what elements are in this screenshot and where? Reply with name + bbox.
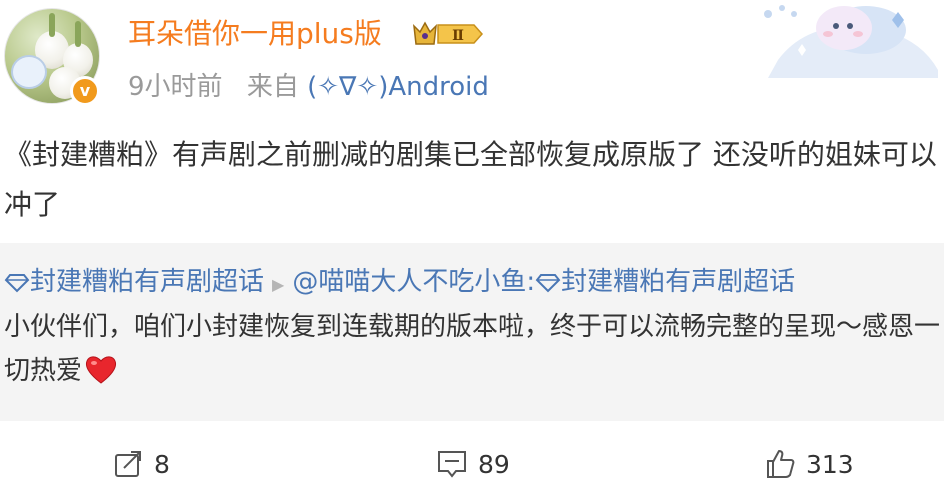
topic-link[interactable]: 封建糟粕有声剧超话 <box>30 267 264 297</box>
comment-icon <box>438 451 466 478</box>
action-bar: 8 89 313 <box>0 432 944 496</box>
post-time: 9小时前 <box>128 72 223 102</box>
repost-body: 小伙伴们，咱们小封建恢复到连载期的版本啦，终于可以流畅完整的呈现～感恩一切热爱 <box>4 305 940 393</box>
like-count: 313 <box>806 449 854 479</box>
svg-text:Ⅱ: Ⅱ <box>452 28 464 44</box>
repost-icon <box>115 451 141 477</box>
super-topic-icon <box>4 274 30 293</box>
triangle-right-icon: ▶ <box>272 275 285 294</box>
repost-author-link[interactable]: @喵喵大人不吃小鱼: <box>292 267 535 297</box>
thumbs-up-icon <box>767 450 795 478</box>
repost-count: 8 <box>154 449 170 479</box>
comment-button[interactable]: 89 <box>436 446 510 482</box>
repost-card[interactable]: 封建糟粕有声剧超话 ▶ @喵喵大人不吃小鱼: 封建糟粕有声剧超话 小伙伴们，咱们小封… <box>0 243 944 421</box>
source-device[interactable]: (✧∇✧)Android <box>307 72 489 102</box>
like-button[interactable]: 313 <box>764 446 854 482</box>
super-topic-icon <box>535 274 561 293</box>
repost-button[interactable]: 8 <box>112 446 170 482</box>
member-crown-icon[interactable]: Ⅱ <box>410 18 486 50</box>
heart-emoji-icon <box>86 356 117 384</box>
source-prefix: 来自 <box>246 72 299 102</box>
username[interactable]: 耳朵借你一用plus版 <box>128 16 382 52</box>
verified-badge: v <box>70 76 100 106</box>
post-text: 《封建糟粕》有声剧之前删减的剧集已全部恢复成原版了 还没听的姐妹可以冲了 <box>4 138 937 221</box>
card-decoration-icon <box>764 5 938 78</box>
repost-header: 封建糟粕有声剧超话 ▶ @喵喵大人不吃小鱼: 封建糟粕有声剧超话 <box>4 263 940 304</box>
weibo-post: v 耳朵借你一用plus版 Ⅱ 9小时前 来自 (✧∇✧)Android 《封建… <box>0 0 944 502</box>
sticker-face <box>11 55 47 89</box>
repost-text: 小伙伴们，咱们小封建恢复到连载期的版本啦，终于可以流畅完整的呈现～感恩一切热爱 <box>4 312 941 386</box>
topic-link-2[interactable]: 封建糟粕有声剧超话 <box>561 267 795 297</box>
post-meta: 9小时前 来自 (✧∇✧)Android <box>128 70 489 104</box>
comment-count: 89 <box>478 449 510 479</box>
